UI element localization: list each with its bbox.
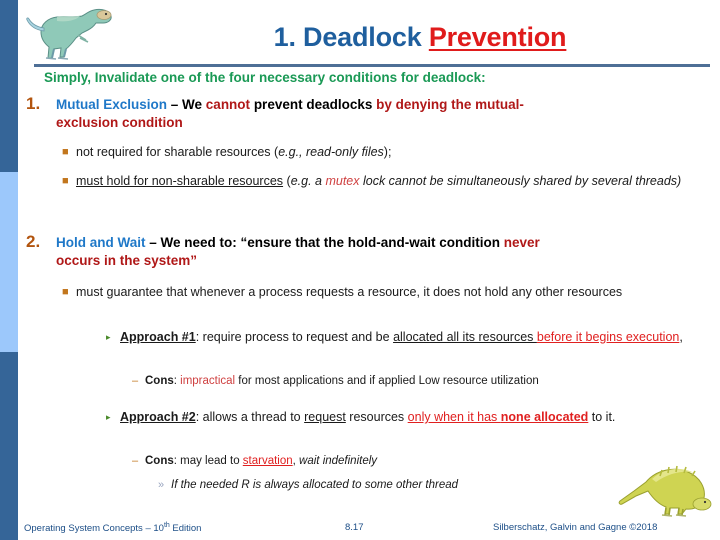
emphasis-cannot: cannot: [205, 97, 251, 112]
approach-1-text: Approach #1: require process to request …: [120, 330, 683, 344]
dinosaur-logo-icon: [26, 8, 112, 60]
sidebar-rail-top: [0, 0, 18, 172]
emphasis-by-denying: by denying the mutual-: [376, 97, 524, 112]
emphasis-starvation: starvation: [242, 455, 293, 467]
list-item-number: 1.: [26, 94, 41, 113]
slide-canvas: 1. Deadlock Prevention Simply, Invalidat…: [0, 0, 720, 540]
emphasis-impractical: impractical: [180, 375, 236, 387]
sub-bullet-non-sharable: ■ must hold for non-sharable resources (…: [62, 173, 692, 190]
list-item-number: 2.: [26, 232, 41, 251]
square-bullet-icon: ■: [62, 175, 69, 187]
arrow-bullet-icon: ▸: [106, 332, 111, 342]
sub-bullet-text: must hold for non-sharable resources (e.…: [76, 174, 682, 188]
page-title: 1. Deadlock Prevention: [140, 22, 700, 53]
cons-label: Cons: [145, 375, 174, 387]
emphasis-none-allocated: none allocated: [500, 410, 589, 424]
keyword-mutex: mutex: [325, 174, 360, 188]
dinosaur-footer-icon: [618, 465, 712, 517]
approach-2-label: Approach #2: [120, 410, 196, 424]
square-bullet-icon: ■: [62, 286, 69, 298]
title-part-primary: 1. Deadlock: [273, 22, 429, 52]
footer-copyright: Silberschatz, Galvin and Gagne ©2018: [493, 522, 658, 533]
emphasis-only-when: only when it has: [407, 410, 501, 424]
dash-bullet-icon: –: [132, 375, 139, 387]
sidebar-rail-bottom: [0, 352, 18, 540]
sub-bullet-sharable: ■ not required for sharable resources (e…: [62, 144, 682, 161]
title-part-accent: Prevention: [428, 22, 567, 52]
approach-1: ▸ Approach #1: require process to reques…: [106, 329, 696, 346]
approach-2-cons: – Cons: may lead to starvation, wait ind…: [132, 453, 692, 469]
raquo-bullet-icon: »: [158, 479, 165, 491]
emphasis-never: never: [503, 235, 540, 250]
approach-1-cons-text: Cons: impractical for most applications …: [145, 375, 539, 387]
sub-bullet-must-guarantee: ■ must guarantee that whenever a process…: [62, 284, 682, 301]
title-divider: [34, 64, 710, 67]
approach-1-label: Approach #1: [120, 330, 196, 344]
approach-2-cons-detail: » If the needed R is always allocated to…: [158, 477, 678, 493]
emphasis-exclusion-condition: exclusion condition: [56, 115, 183, 130]
emphasis-before-execution: before it begins execution: [536, 330, 680, 344]
approach-2-text: Approach #2: allows a thread to request …: [120, 410, 616, 424]
term-hold-and-wait: Hold and Wait: [56, 235, 146, 250]
sub-bullet-text: must guarantee that whenever a process r…: [76, 285, 623, 299]
text-we-need-to: – We need to: “ensure that the hold-and-…: [145, 235, 504, 250]
emphasis-occurs-in-system: occurs in the system”: [56, 253, 198, 268]
sub-bullet-text: not required for sharable resources (e.g…: [76, 145, 392, 159]
square-bullet-icon: ■: [62, 146, 69, 158]
arrow-bullet-icon: ▸: [106, 412, 111, 422]
approach-1-cons: – Cons: impractical for most application…: [132, 373, 692, 389]
footer-edition: Operating System Concepts – 10th Edition: [24, 522, 202, 535]
list-item-mutual-exclusion: 1. Mutual Exclusion – We cannot prevent …: [26, 94, 686, 132]
list-item-text: Mutual Exclusion – We cannot prevent dea…: [56, 96, 686, 132]
list-item-text: Hold and Wait – We need to: “ensure that…: [56, 234, 686, 270]
text-prevent-deadlocks: prevent deadlocks: [250, 97, 377, 112]
approach-2: ▸ Approach #2: allows a thread to reques…: [106, 409, 696, 426]
approach-2-cons-detail-text: If the needed R is always allocated to s…: [171, 479, 459, 491]
cons-label: Cons: [145, 455, 174, 467]
text-dash: – We: [167, 97, 206, 112]
footer-page-number: 8.17: [345, 522, 364, 533]
subtitle: Simply, Invalidate one of the four neces…: [44, 70, 486, 85]
sidebar-rail-middle: [0, 172, 18, 352]
list-item-hold-and-wait: 2. Hold and Wait – We need to: “ensure t…: [26, 232, 686, 270]
approach-2-cons-text: Cons: may lead to starvation, wait indef…: [145, 455, 378, 467]
term-mutual-exclusion: Mutual Exclusion: [56, 97, 168, 112]
dash-bullet-icon: –: [132, 455, 139, 467]
